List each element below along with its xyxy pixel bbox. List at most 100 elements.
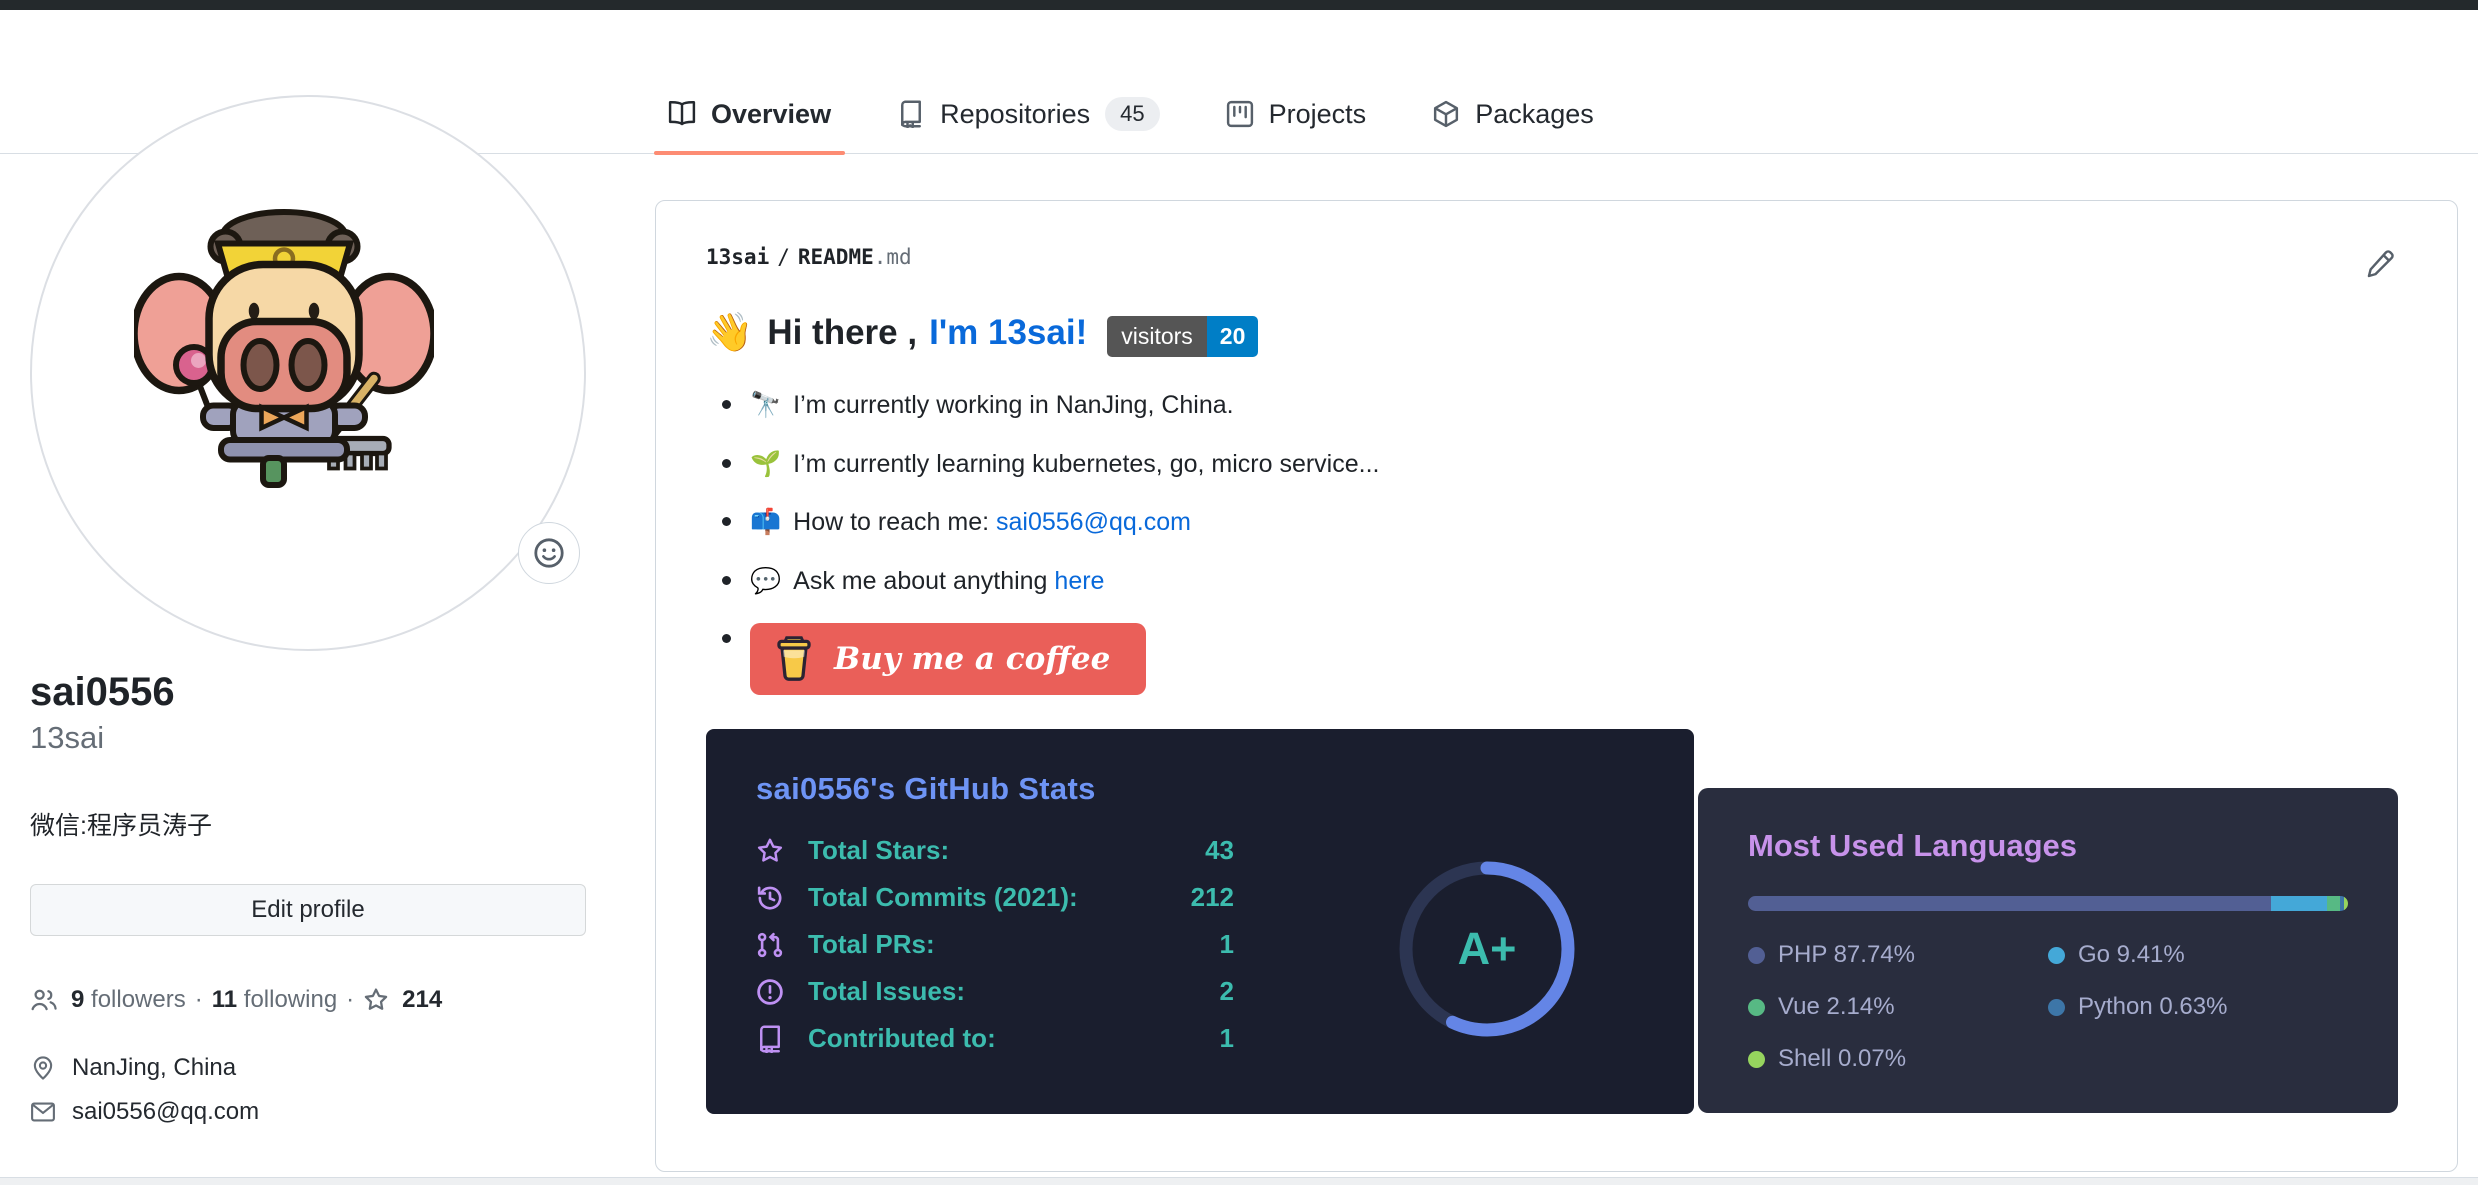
- social-counts: 9 followers · 11 following · 214: [30, 986, 586, 1014]
- stat-row: Total Issues: 2: [756, 976, 1234, 1007]
- location-row: NanJing, China: [30, 1054, 586, 1082]
- pull-request-icon: [756, 931, 784, 959]
- rank-grade: A+: [1457, 923, 1517, 974]
- repo-icon: [897, 100, 925, 128]
- readme-heading-text: Hi there ,: [767, 313, 918, 352]
- lang-bar-segment-go: [2271, 896, 2328, 911]
- list-item: 💬 Ask me about anything here: [722, 565, 2397, 598]
- following-link[interactable]: 11 following: [212, 986, 337, 1014]
- stat-value: 43: [1205, 835, 1234, 865]
- lang-legend-item-php: PHP 87.74%: [1748, 941, 2048, 969]
- tab-projects[interactable]: Projects: [1210, 75, 1383, 153]
- email-link[interactable]: sai0556@qq.com: [72, 1098, 259, 1126]
- edit-profile-button[interactable]: Edit profile: [30, 884, 586, 936]
- lang-legend-item-shell: Shell 0.07%: [1748, 1045, 2048, 1073]
- lang-bar-segment-vue: [2327, 896, 2340, 911]
- bullet-text: I’m currently learning kubernetes, go, m…: [793, 449, 1380, 478]
- lang-bar-segment-php: [1748, 896, 2272, 911]
- tab-counter: 45: [1105, 97, 1160, 131]
- email-row: sai0556@qq.com: [30, 1098, 586, 1126]
- mail-icon: [30, 1099, 56, 1125]
- coffee-cup-icon: [772, 635, 816, 683]
- stat-row: Contributed to: 1: [756, 1023, 1234, 1054]
- smiley-icon: [533, 537, 565, 569]
- readme-heading-link[interactable]: I'm 13sai!: [929, 313, 1087, 353]
- lang-legend-text: Go 9.41%: [2078, 941, 2185, 968]
- profile-name: sai0556: [30, 670, 175, 714]
- coffee-button-label: Buy me a coffee: [834, 641, 1111, 677]
- lang-legend-item-vue: Vue 2.14%: [1748, 993, 2048, 1021]
- lang-color-dot: [1748, 1050, 1765, 1068]
- visitors-badge-label: visitors: [1107, 315, 1207, 357]
- readme-bullet-list: 🔭 I’m currently working in NanJing, China…: [706, 389, 2397, 709]
- bullet-link[interactable]: sai0556@qq.com: [996, 508, 1191, 536]
- wave-emoji: 👋: [706, 312, 754, 354]
- project-icon: [1226, 100, 1254, 128]
- lang-legend-text: Python 0.63%: [2078, 993, 2228, 1020]
- bullet-link[interactable]: here: [1054, 567, 1104, 595]
- lang-color-dot: [2048, 998, 2065, 1016]
- lang-legend-text: Shell 0.07%: [1778, 1045, 1907, 1072]
- stat-value: 1: [1219, 929, 1234, 959]
- profile-tabs: Overview Repositories 45 Projects Packages: [652, 75, 1610, 155]
- tab-overview[interactable]: Overview: [652, 75, 847, 155]
- profile-sidebar: sai0556 13sai 微信:程序员涛子 Edit profile 9 fo…: [30, 668, 586, 1126]
- lang-color-dot: [2048, 946, 2065, 964]
- star-icon: [363, 987, 389, 1013]
- stat-value: 1: [1219, 1023, 1234, 1053]
- rank-ring: A+: [1392, 854, 1582, 1044]
- buy-me-a-coffee-button[interactable]: Buy me a coffee: [750, 623, 1147, 695]
- lang-legend-item-python: Python 0.63%: [2048, 993, 2348, 1021]
- stat-row: Total Commits (2021): 212: [756, 882, 1234, 913]
- list-item: 🌱 I’m currently learning kubernetes, go, …: [722, 448, 2397, 481]
- edit-readme-pencil-icon[interactable]: [2365, 249, 2395, 279]
- lang-bar-segment-shell: [2344, 896, 2348, 911]
- tab-packages[interactable]: Packages: [1416, 75, 1610, 153]
- stats-rows: Total Stars: 43 Total Commits (2021): 212 To…: [756, 835, 1234, 1054]
- breadcrumb-file-link[interactable]: README: [798, 245, 874, 269]
- tab-label: Overview: [711, 98, 832, 129]
- stat-row: Total PRs: 1: [756, 929, 1234, 960]
- bullet-emoji: 📫: [750, 508, 782, 536]
- lang-legend-item-go: Go 9.41%: [2048, 941, 2348, 969]
- visitors-badge: visitors 20: [1107, 315, 1259, 357]
- profile-username: 13sai: [30, 720, 105, 755]
- bullet-text: I’m currently working in NanJing, China.: [793, 391, 1234, 419]
- languages-legend: PHP 87.74% Go 9.41% Vue 2.14% Python 0.63% S…: [1748, 941, 2348, 1073]
- tab-label: Repositories: [940, 98, 1091, 129]
- tab-label: Projects: [1268, 98, 1367, 129]
- bullet-emoji: 💬: [750, 566, 782, 595]
- list-item: 🔭 I’m currently working in NanJing, China…: [722, 389, 2397, 422]
- list-item-coffee: Buy me a coffee: [722, 623, 2397, 709]
- breadcrumb-user-link[interactable]: 13sai: [706, 245, 769, 269]
- location-icon: [30, 1055, 56, 1081]
- people-icon: [30, 986, 58, 1014]
- tab-repositories[interactable]: Repositories 45: [881, 75, 1176, 153]
- lang-color-dot: [1748, 998, 1765, 1016]
- set-status-button[interactable]: [518, 522, 580, 584]
- readme-heading: 👋 Hi there , I'm 13sai! visitors 20: [706, 311, 2397, 357]
- location-text: NanJing, China: [72, 1054, 237, 1081]
- history-icon: [756, 884, 784, 912]
- package-icon: [1432, 100, 1460, 128]
- followers-link[interactable]: 9 followers: [71, 986, 186, 1014]
- bullet-emoji: 🔭: [750, 391, 782, 419]
- list-item: 📫 How to reach me: sai0556@qq.com: [722, 506, 2397, 539]
- dot-separator: ·: [346, 986, 355, 1013]
- readme-breadcrumb: 13sai / README.md: [706, 245, 912, 269]
- dot-separator: ·: [194, 986, 203, 1013]
- stats-card-title: sai0556's GitHub Stats: [756, 771, 1096, 806]
- lang-color-dot: [1748, 946, 1765, 964]
- starred-count-link[interactable]: 214: [402, 986, 442, 1014]
- lang-legend-text: PHP 87.74%: [1778, 941, 1915, 968]
- languages-card-title: Most Used Languages: [1748, 828, 2077, 863]
- tab-label: Packages: [1475, 98, 1594, 129]
- stat-label: Total Stars:: [808, 835, 950, 865]
- stat-value: 2: [1219, 976, 1234, 1006]
- profile-bio: 微信:程序员涛子: [30, 812, 212, 840]
- avatar[interactable]: [30, 95, 586, 651]
- profile-readme-card: 13sai / README.md 👋 Hi there , I'm 13sai! …: [655, 200, 2458, 1172]
- github-stats-card: sai0556's GitHub Stats Total Stars: 43 Tot…: [706, 729, 1694, 1114]
- stat-label: Contributed to:: [808, 1023, 996, 1053]
- repo-book-icon: [756, 1025, 784, 1053]
